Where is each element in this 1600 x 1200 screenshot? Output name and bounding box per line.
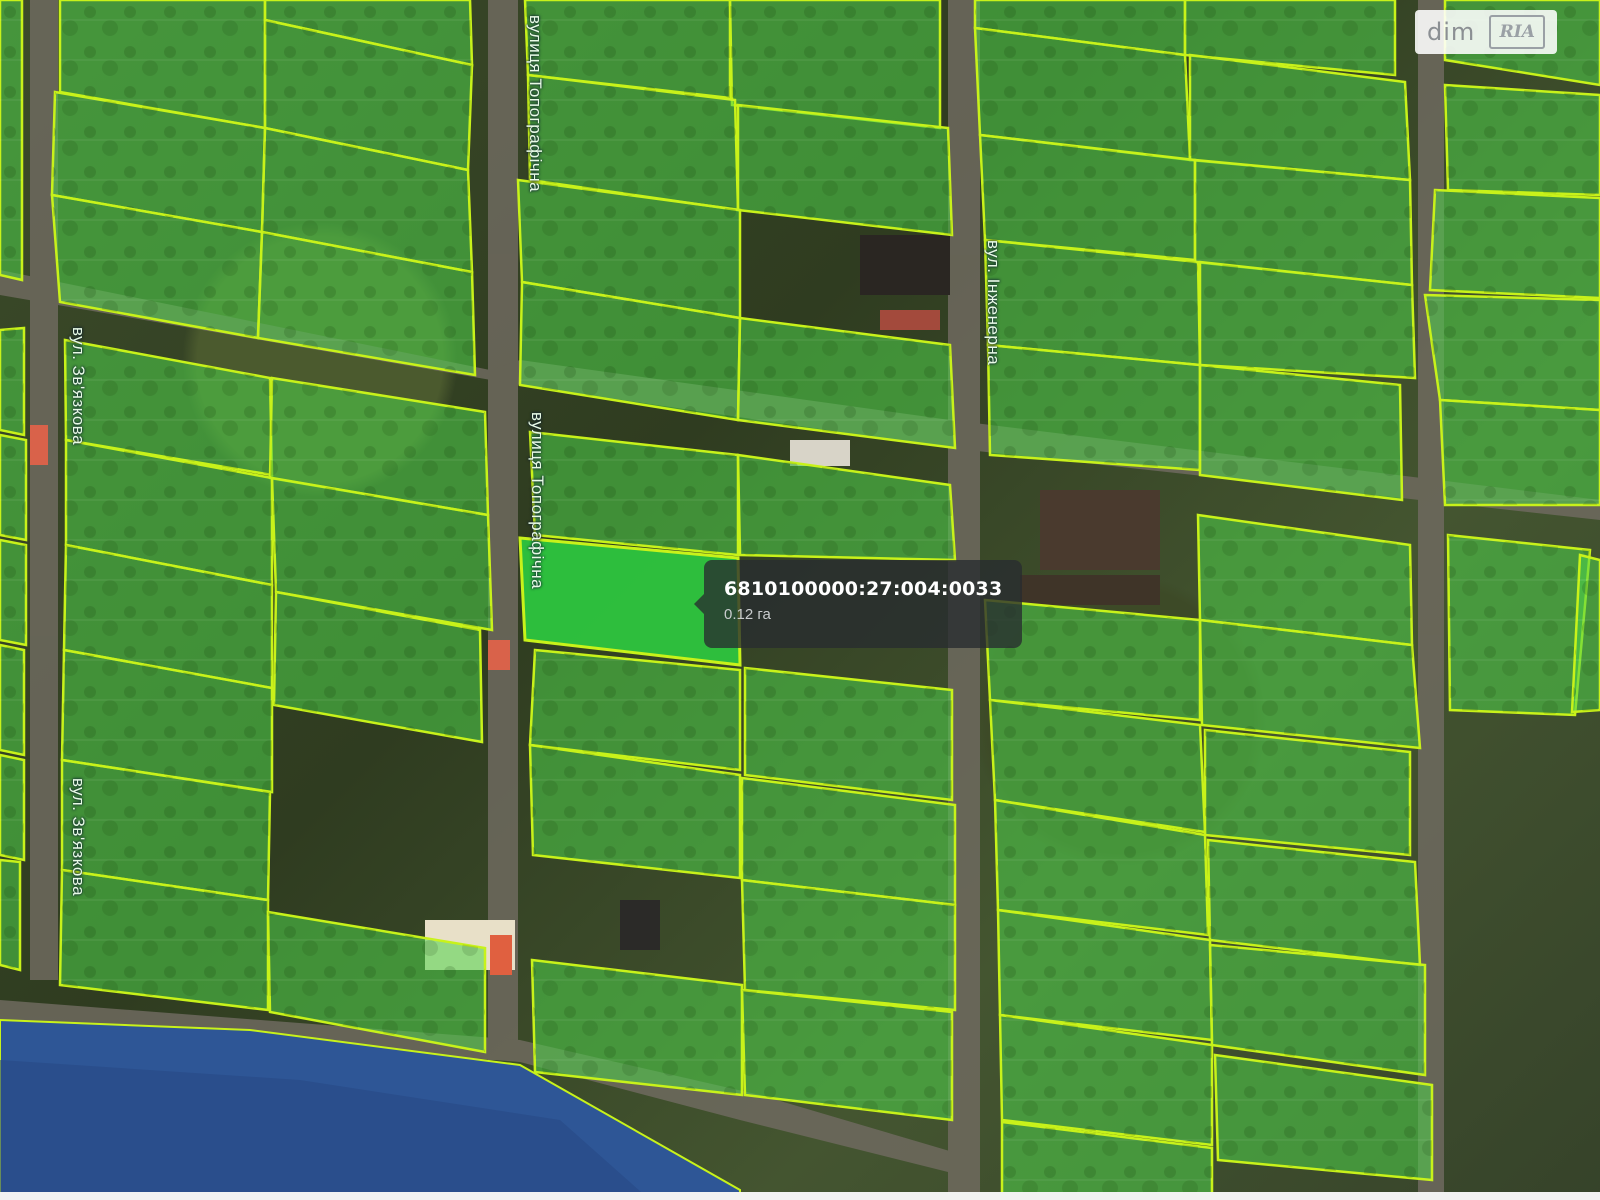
street-label-topohrafichna-top: вулиця Топографічна xyxy=(526,15,545,193)
building xyxy=(30,425,48,465)
parcel-tooltip: 6810100000:27:004:0033 0.12 га xyxy=(694,560,1022,648)
land-parcel[interactable] xyxy=(1206,838,1422,967)
building xyxy=(488,640,510,670)
land-parcel[interactable] xyxy=(0,433,28,542)
building xyxy=(860,235,950,295)
land-parcel[interactable] xyxy=(736,103,954,237)
dimria-logo-icon[interactable]: dim RIA xyxy=(1415,10,1557,54)
land-parcel[interactable] xyxy=(1428,188,1600,300)
building xyxy=(1040,490,1160,570)
land-parcel[interactable] xyxy=(1443,83,1600,197)
land-parcel[interactable] xyxy=(530,958,744,1097)
land-parcel[interactable] xyxy=(0,753,26,862)
building xyxy=(490,935,512,975)
parcel-area: 0.12 га xyxy=(724,606,771,623)
cadastral-number: 6810100000:27:004:0033 xyxy=(724,578,1003,600)
road-topohrafichna xyxy=(488,0,518,1060)
land-parcel[interactable] xyxy=(1213,1053,1434,1182)
land-parcel[interactable] xyxy=(1208,943,1427,1077)
land-parcel[interactable] xyxy=(0,858,22,972)
street-label-zviazkova-top: вул. Зв'язкова xyxy=(69,327,88,446)
land-parcel[interactable] xyxy=(1423,293,1600,412)
logo-dim-text: dim xyxy=(1427,18,1476,46)
street-label-zviazkova-bottom: вул. Зв'язкова xyxy=(69,778,88,897)
bottom-strip xyxy=(0,1192,1600,1200)
street-label-inzhenerna: вул. Інженерна xyxy=(984,240,1003,366)
land-parcel[interactable] xyxy=(0,538,28,647)
land-parcel[interactable] xyxy=(986,343,1202,472)
land-parcel[interactable] xyxy=(736,316,957,450)
logo-ria-box: RIA xyxy=(1489,15,1546,49)
land-parcel[interactable] xyxy=(736,453,957,562)
building xyxy=(1020,575,1160,605)
land-parcel[interactable] xyxy=(0,643,26,757)
land-parcel[interactable] xyxy=(983,238,1202,367)
land-parcel[interactable] xyxy=(1446,533,1592,717)
land-parcel[interactable] xyxy=(1438,398,1600,507)
building xyxy=(880,310,940,330)
land-parcel[interactable] xyxy=(1198,363,1404,502)
building xyxy=(790,440,850,466)
land-parcel[interactable] xyxy=(0,0,24,282)
logo-ria-text: RIA xyxy=(1499,22,1535,42)
land-parcel[interactable] xyxy=(743,666,954,802)
land-parcel[interactable] xyxy=(0,326,26,437)
street-label-topohrafichna-mid: вулиця Топографічна xyxy=(528,412,547,590)
land-parcel[interactable] xyxy=(528,430,740,557)
building xyxy=(620,900,660,950)
land-parcel[interactable] xyxy=(1203,728,1412,857)
